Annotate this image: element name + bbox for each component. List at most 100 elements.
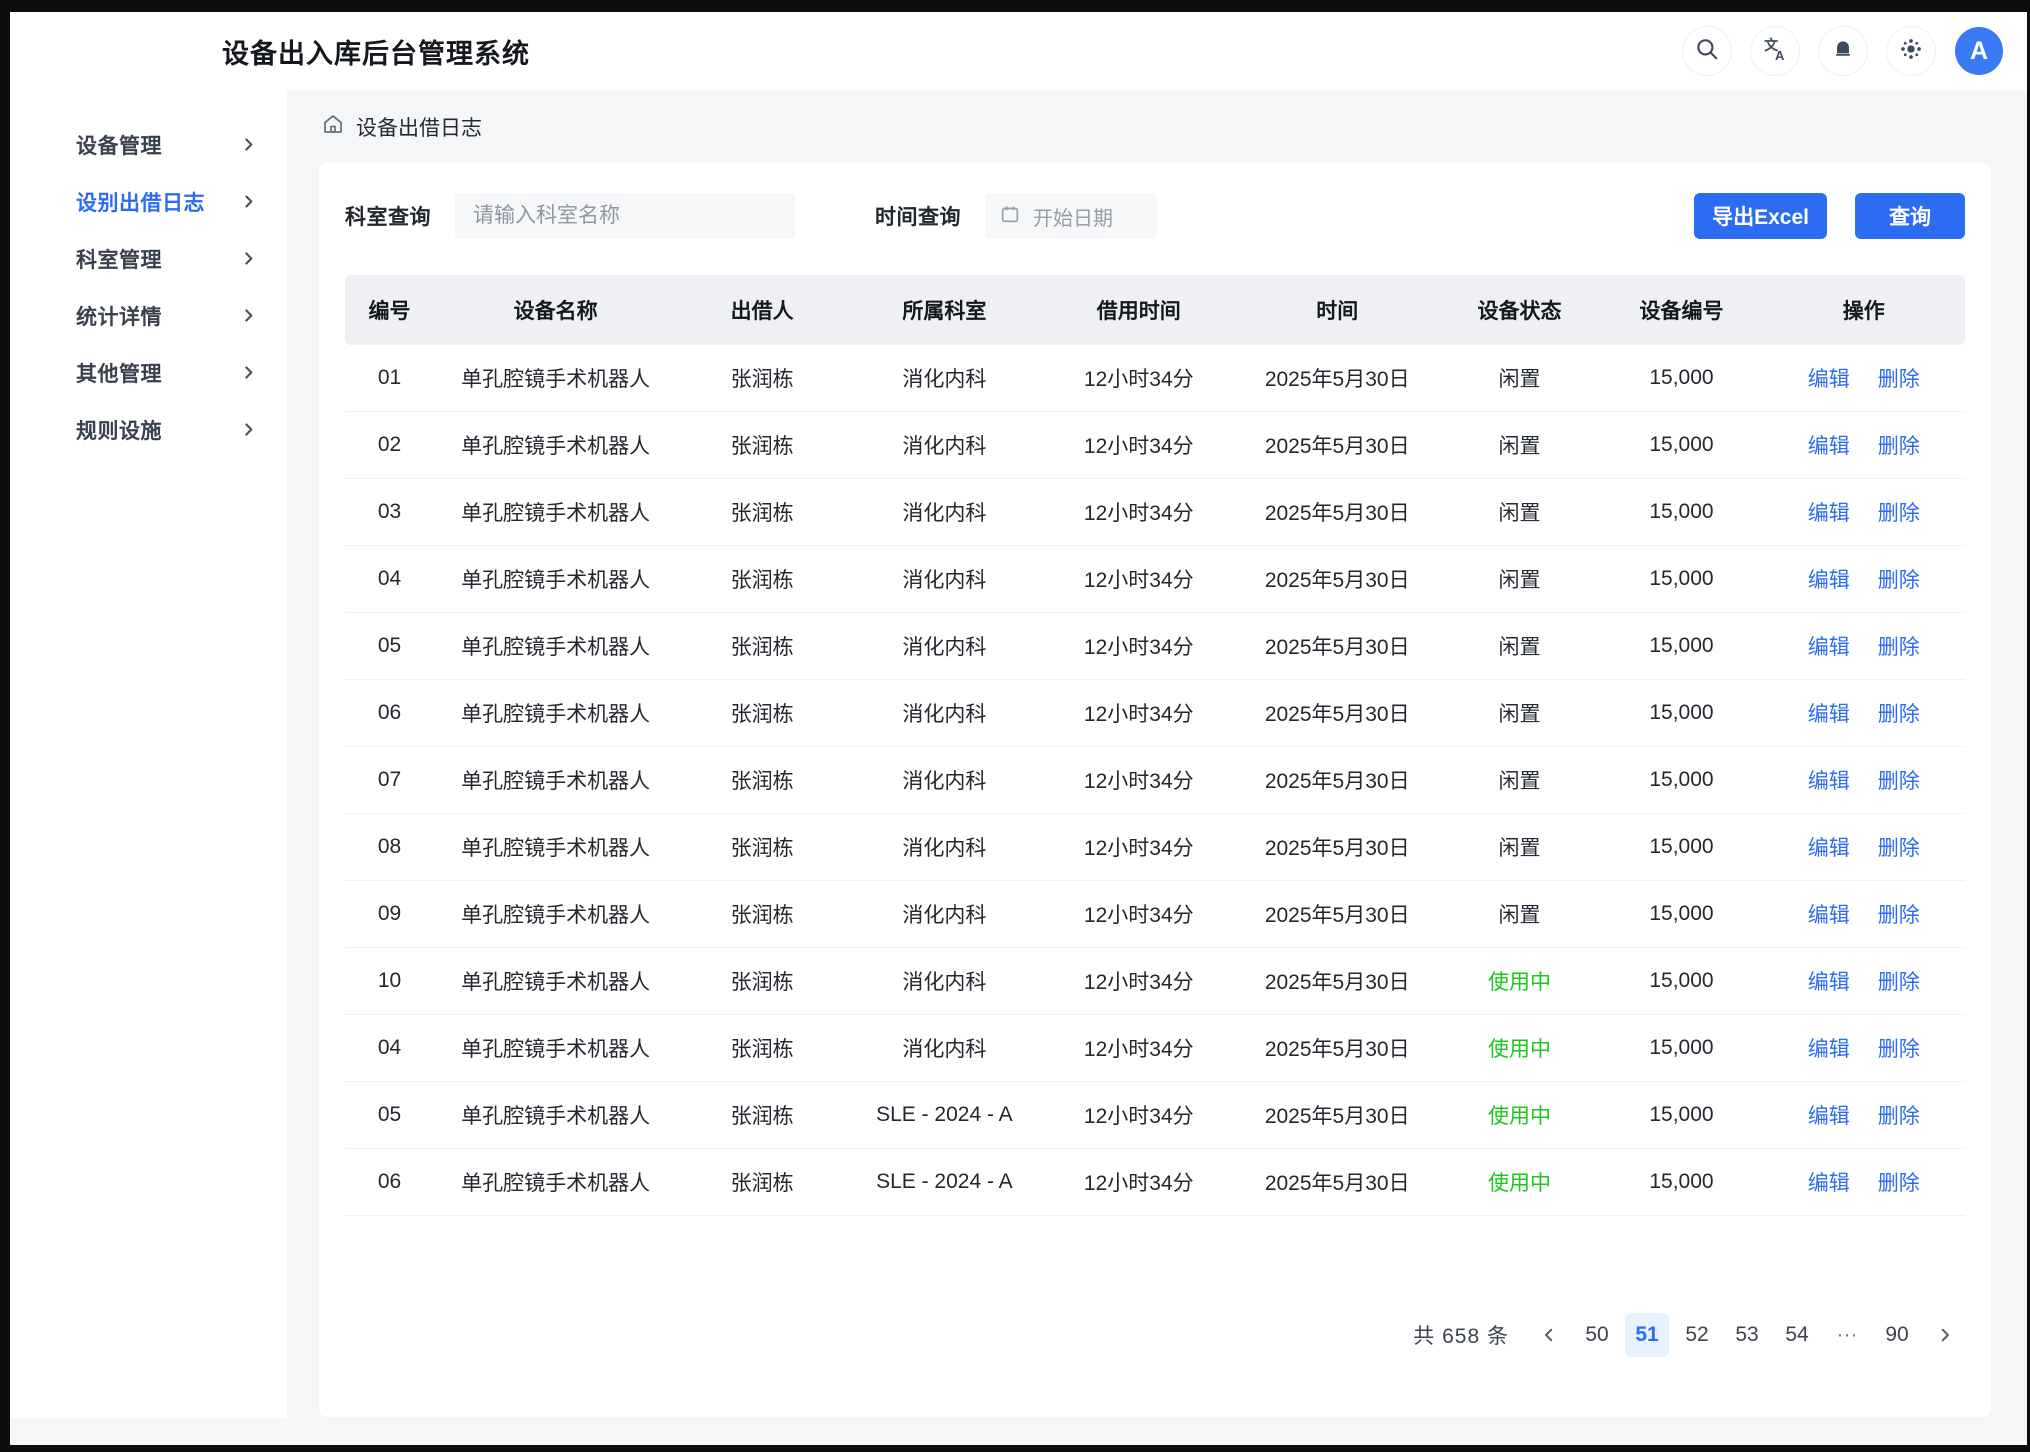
- breadcrumb: 设备出借日志: [287, 90, 2027, 163]
- delete-link[interactable]: 删除: [1878, 1100, 1920, 1130]
- page-number[interactable]: 53: [1725, 1313, 1769, 1357]
- delete-link[interactable]: 删除: [1878, 698, 1920, 728]
- cell-department: 消化内科: [847, 564, 1041, 594]
- delete-link[interactable]: 删除: [1878, 1167, 1920, 1197]
- pagination: 共 658 条 5051525354···90: [1413, 1313, 1965, 1357]
- cell-borrow-duration: 12小时34分: [1042, 631, 1236, 661]
- delete-link[interactable]: 删除: [1878, 564, 1920, 594]
- edit-link[interactable]: 编辑: [1808, 1033, 1850, 1063]
- sidebar-item[interactable]: 统计详情: [10, 287, 287, 344]
- page-number[interactable]: 54: [1775, 1313, 1819, 1357]
- cell-device-name: 单孔腔镜手术机器人: [434, 899, 677, 929]
- sidebar-item[interactable]: 规则设施: [10, 401, 287, 458]
- cell-borrow-duration: 12小时34分: [1042, 765, 1236, 795]
- cell-status: 闲置: [1438, 631, 1600, 661]
- more-pages-control[interactable]: ···: [1825, 1323, 1869, 1347]
- sidebar-item[interactable]: 设备管理: [10, 116, 287, 173]
- delete-link[interactable]: 删除: [1878, 832, 1920, 862]
- cell-device-name: 单孔腔镜手术机器人: [434, 564, 677, 594]
- next-page-button[interactable]: [1925, 1313, 1965, 1357]
- edit-link[interactable]: 编辑: [1808, 564, 1850, 594]
- translate-button[interactable]: 文A: [1751, 27, 1799, 75]
- cell-status: 使用中: [1438, 1167, 1600, 1197]
- sidebar-item[interactable]: 科室管理: [10, 230, 287, 287]
- edit-link[interactable]: 编辑: [1808, 430, 1850, 460]
- delete-link[interactable]: 删除: [1878, 899, 1920, 929]
- page-number[interactable]: 50: [1575, 1313, 1619, 1357]
- chevron-right-icon: [240, 193, 257, 210]
- cell-status: 闲置: [1438, 497, 1600, 527]
- cell-borrow-duration: 12小时34分: [1042, 564, 1236, 594]
- cell-borrower: 张润栋: [677, 765, 847, 795]
- prev-page-button[interactable]: [1529, 1313, 1569, 1357]
- cell-date: 2025年5月30日: [1236, 966, 1439, 996]
- cell-id: 10: [345, 969, 434, 993]
- cell-id: 09: [345, 902, 434, 926]
- delete-link[interactable]: 删除: [1878, 363, 1920, 393]
- edit-link[interactable]: 编辑: [1808, 966, 1850, 996]
- table-row: 04单孔腔镜手术机器人张润栋消化内科12小时34分2025年5月30日闲置15,…: [345, 546, 1965, 613]
- sidebar-item[interactable]: 其他管理: [10, 344, 287, 401]
- pagination-total: 共 658 条: [1413, 1320, 1509, 1350]
- cell-date: 2025年5月30日: [1236, 899, 1439, 929]
- cell-borrower: 张润栋: [677, 899, 847, 929]
- delete-link[interactable]: 删除: [1878, 1033, 1920, 1063]
- cell-status: 闲置: [1438, 363, 1600, 393]
- cell-department: SLE - 2024 - A: [847, 1103, 1041, 1127]
- column-header: 借用时间: [1042, 295, 1236, 325]
- cell-status: 闲置: [1438, 832, 1600, 862]
- dept-search-input[interactable]: [455, 193, 795, 239]
- cell-id: 07: [345, 768, 434, 792]
- edit-link[interactable]: 编辑: [1808, 832, 1850, 862]
- sidebar-item-label: 其他管理: [76, 358, 162, 388]
- cell-device-name: 单孔腔镜手术机器人: [434, 1100, 677, 1130]
- cell-status: 闲置: [1438, 564, 1600, 594]
- cell-id: 01: [345, 366, 434, 390]
- cell-borrower: 张润栋: [677, 1167, 847, 1197]
- notification-button[interactable]: [1819, 27, 1867, 75]
- delete-link[interactable]: 删除: [1878, 765, 1920, 795]
- edit-link[interactable]: 编辑: [1808, 631, 1850, 661]
- theme-button[interactable]: [1887, 27, 1935, 75]
- cell-device-name: 单孔腔镜手术机器人: [434, 1167, 677, 1197]
- cell-id: 05: [345, 634, 434, 658]
- chevron-right-icon: [240, 364, 257, 381]
- page-number[interactable]: 90: [1875, 1313, 1919, 1357]
- cell-actions: 编辑删除: [1762, 564, 1965, 594]
- sidebar-item[interactable]: 设别出借日志: [10, 173, 287, 230]
- page-number[interactable]: 52: [1675, 1313, 1719, 1357]
- translate-icon: 文A: [1762, 36, 1788, 67]
- column-header: 操作: [1762, 295, 1965, 325]
- cell-date: 2025年5月30日: [1236, 698, 1439, 728]
- edit-link[interactable]: 编辑: [1808, 698, 1850, 728]
- start-date-picker[interactable]: 开始日期: [985, 193, 1157, 239]
- cell-borrower: 张润栋: [677, 497, 847, 527]
- table-row: 08单孔腔镜手术机器人张润栋消化内科12小时34分2025年5月30日闲置15,…: [345, 814, 1965, 881]
- edit-link[interactable]: 编辑: [1808, 1167, 1850, 1197]
- export-excel-button[interactable]: 导出Excel: [1694, 193, 1827, 239]
- cell-actions: 编辑删除: [1762, 899, 1965, 929]
- column-header: 时间: [1236, 295, 1439, 325]
- delete-link[interactable]: 删除: [1878, 966, 1920, 996]
- edit-link[interactable]: 编辑: [1808, 1100, 1850, 1130]
- edit-link[interactable]: 编辑: [1808, 765, 1850, 795]
- delete-link[interactable]: 删除: [1878, 497, 1920, 527]
- query-button[interactable]: 查询: [1855, 193, 1965, 239]
- delete-link[interactable]: 删除: [1878, 430, 1920, 460]
- delete-link[interactable]: 删除: [1878, 631, 1920, 661]
- cell-device-number: 15,000: [1600, 433, 1762, 457]
- search-button[interactable]: [1683, 27, 1731, 75]
- user-avatar[interactable]: A: [1955, 27, 2003, 75]
- cell-actions: 编辑删除: [1762, 698, 1965, 728]
- cell-date: 2025年5月30日: [1236, 832, 1439, 862]
- cell-borrower: 张润栋: [677, 966, 847, 996]
- edit-link[interactable]: 编辑: [1808, 899, 1850, 929]
- edit-link[interactable]: 编辑: [1808, 497, 1850, 527]
- cell-borrower: 张润栋: [677, 1100, 847, 1130]
- svg-text:A: A: [1775, 47, 1785, 61]
- edit-link[interactable]: 编辑: [1808, 363, 1850, 393]
- cell-device-name: 单孔腔镜手术机器人: [434, 832, 677, 862]
- cell-device-number: 15,000: [1600, 902, 1762, 926]
- page-number-active[interactable]: 51: [1625, 1313, 1669, 1357]
- cell-date: 2025年5月30日: [1236, 1167, 1439, 1197]
